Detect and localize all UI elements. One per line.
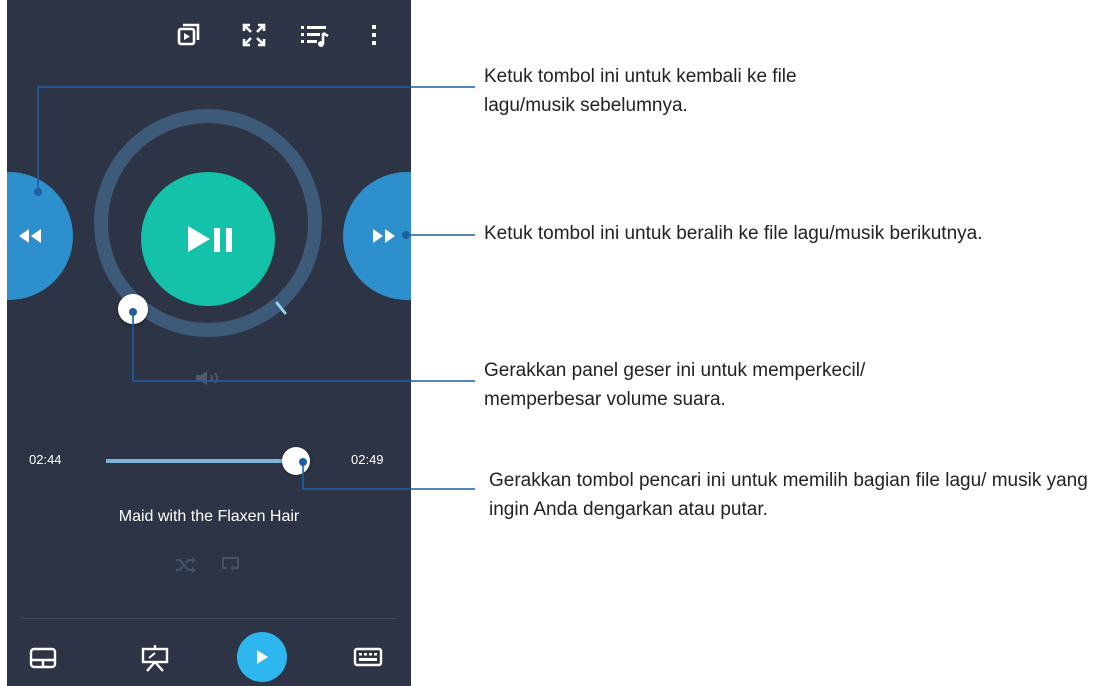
callout-volume: Gerakkan panel geser ini untuk memperkec…: [484, 360, 866, 410]
callout-next: Ketuk tombol ini untuk beralih ke file l…: [484, 223, 983, 244]
previous-leader-line: [37, 86, 475, 192]
volume-leader-dot: [129, 308, 137, 316]
seek-leader-dot: [299, 458, 307, 466]
next-leader-dot: [402, 231, 410, 239]
callout-seek: Gerakkan tombol pencari ini untuk memili…: [489, 470, 1088, 520]
volume-leader-line: [132, 312, 475, 382]
previous-leader-dot: [34, 188, 42, 196]
seek-leader-line: [302, 462, 475, 490]
callout-previous: Ketuk tombol ini untuk kembali ke file l…: [484, 66, 797, 116]
